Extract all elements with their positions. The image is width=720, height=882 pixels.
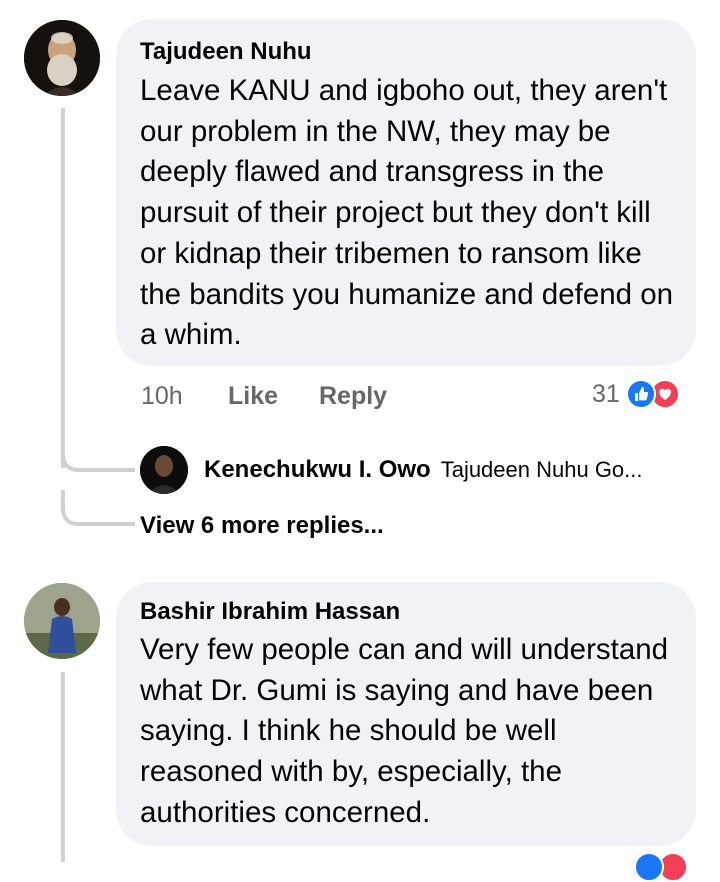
reply-author[interactable]: Kenechukwu I. Owo xyxy=(204,456,431,484)
profile-image xyxy=(24,583,100,659)
reply-preview[interactable]: Kenechukwu I. Owo Tajudeen Nuhu Go... xyxy=(204,456,643,484)
comment-timestamp[interactable]: 10h xyxy=(141,382,183,411)
reply-connector xyxy=(61,440,135,472)
comment-author[interactable]: Tajudeen Nuhu xyxy=(140,38,312,66)
avatar-kenechukwu-owo[interactable] xyxy=(140,446,188,494)
thumbs-up-icon xyxy=(625,379,656,409)
reaction-count: 31 xyxy=(592,379,620,408)
comment-text: Very few people can and will understand … xyxy=(140,633,669,829)
comment-text: Leave KANU and igboho out, they aren't o… xyxy=(140,74,674,352)
comment-bubble: Bashir Ibrahim Hassan Very few people ca… xyxy=(116,582,696,846)
thumbs-up-icon xyxy=(634,852,664,882)
thread-line xyxy=(61,672,65,862)
comment-bubble: Tajudeen Nuhu Leave KANU and igboho out,… xyxy=(116,19,696,366)
profile-image xyxy=(140,446,188,494)
portrait-image xyxy=(24,20,100,96)
reply-button[interactable]: Reply xyxy=(319,382,387,411)
comment-author[interactable]: Bashir Ibrahim Hassan xyxy=(140,598,400,626)
view-more-replies-link[interactable]: View 6 more replies... xyxy=(140,512,384,540)
reply-snippet: Tajudeen Nuhu Go... xyxy=(440,457,643,482)
thread-line xyxy=(61,108,65,468)
reaction-summary[interactable]: 31 xyxy=(592,379,680,409)
view-more-connector xyxy=(61,490,135,526)
reaction-summary-partial[interactable] xyxy=(634,852,688,882)
like-button[interactable]: Like xyxy=(228,382,278,411)
avatar-bashir-ibrahim-hassan[interactable] xyxy=(24,583,100,659)
avatar-tajudeen-nuhu[interactable] xyxy=(24,20,100,96)
